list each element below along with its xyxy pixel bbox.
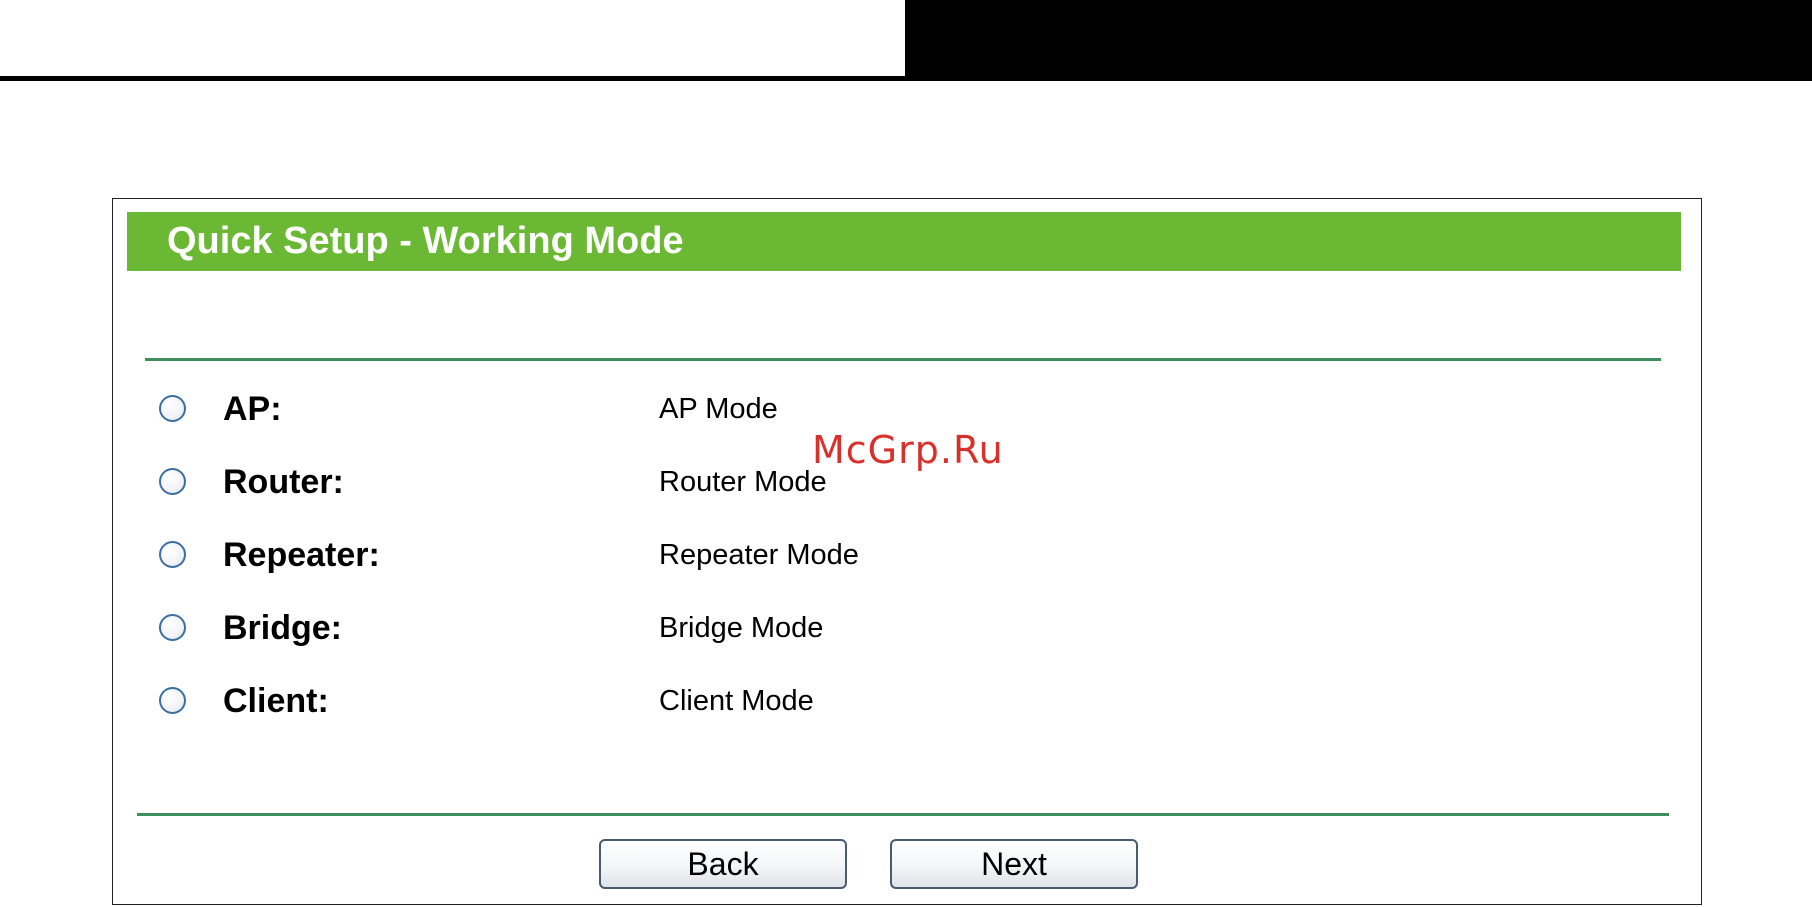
divider-bottom	[137, 813, 1669, 816]
quick-setup-panel: Quick Setup - Working Mode AP: AP Mode R…	[112, 198, 1702, 905]
radio-bridge[interactable]	[159, 614, 186, 641]
option-row-bridge: Bridge: Bridge Mode	[113, 600, 1613, 660]
option-label-client: Client:	[223, 682, 329, 720]
document-header-black-block	[905, 0, 1812, 76]
radio-router[interactable]	[159, 468, 186, 495]
option-description-repeater: Repeater Mode	[659, 539, 859, 571]
option-description-router: Router Mode	[659, 466, 827, 498]
option-label-ap: AP:	[223, 390, 282, 428]
option-description-client: Client Mode	[659, 685, 814, 717]
option-description-ap: AP Mode	[659, 393, 778, 425]
option-label-router: Router:	[223, 463, 344, 501]
divider-top	[145, 358, 1661, 361]
back-button[interactable]: Back	[599, 839, 847, 889]
watermark-text: McGrp.Ru	[812, 428, 1004, 472]
panel-title: Quick Setup - Working Mode	[167, 220, 684, 262]
document-header-rule	[0, 76, 1812, 81]
radio-client[interactable]	[159, 687, 186, 714]
option-label-repeater: Repeater:	[223, 536, 380, 574]
option-row-client: Client: Client Mode	[113, 673, 1613, 733]
next-button[interactable]: Next	[890, 839, 1138, 889]
option-label-bridge: Bridge:	[223, 609, 342, 647]
panel-title-bar: Quick Setup - Working Mode	[127, 212, 1681, 271]
option-description-bridge: Bridge Mode	[659, 612, 824, 644]
option-row-repeater: Repeater: Repeater Mode	[113, 527, 1613, 587]
radio-ap[interactable]	[159, 395, 186, 422]
radio-repeater[interactable]	[159, 541, 186, 568]
